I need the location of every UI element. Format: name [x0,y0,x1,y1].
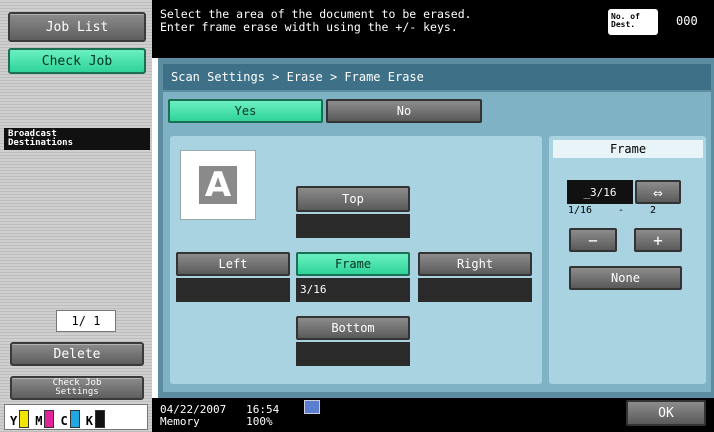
frame-width-display: _3/16 [567,180,633,204]
network-icon [304,400,320,414]
right-value-field [418,278,532,302]
increase-button[interactable]: + [634,228,682,252]
frame-width-value: _3/16 [583,185,617,199]
toner-y: Y [10,410,30,428]
toner-label: C [60,414,68,428]
swap-arrows-icon: ⇔ [653,182,663,202]
ok-label: OK [658,405,674,421]
dest-count-label: No. of Dest. [608,9,658,35]
toner-level-bar [19,410,30,428]
toner-c: C [60,410,80,428]
top-label: Top [342,192,364,206]
page-indicator: 1/ 1 [56,310,116,332]
decrease-button[interactable]: − [569,228,617,252]
memory-value: 100% [246,415,273,428]
toner-label: M [35,414,43,428]
bottom-value-field [296,342,410,366]
check-job-settings-label: Check Job Settings [52,378,102,397]
frame-label: Frame [334,257,372,271]
frame-value-field: 3/16 [296,278,410,302]
breadcrumb: Scan Settings > Erase > Frame Erase [163,64,711,90]
document-preview: A [180,150,256,220]
left-label: Left [218,257,248,271]
yes-label: Yes [234,104,257,118]
range-dash: - [618,205,625,216]
toner-k: K [86,410,105,428]
toner-label: Y [10,414,18,428]
range-min: 1/16 [568,205,593,216]
top-button[interactable]: Top [296,186,410,212]
instruction-message: Select the area of the document to be er… [160,7,472,34]
delete-button[interactable]: Delete [10,342,144,366]
ok-button[interactable]: OK [626,400,706,426]
right-button[interactable]: Right [418,252,532,276]
bottom-button[interactable]: Bottom [296,316,410,340]
check-job-button[interactable]: Check Job [8,48,146,74]
top-value-field [296,214,410,238]
job-list-button[interactable]: Job List [8,12,146,42]
right-label: Right [456,257,494,271]
delete-label: Delete [53,346,101,362]
none-label: None [611,271,640,285]
plus-icon: + [653,230,663,250]
document-letter-icon: A [199,166,237,204]
range-indicator: 1/16 - 2 [568,205,678,219]
range-max: 2 [649,205,656,216]
frame-width-title: Frame [553,140,703,158]
unit-toggle-button[interactable]: ⇔ [635,180,681,204]
memory-label: Memory [160,415,200,428]
bottom-label: Bottom [331,321,375,335]
frame-width-panel [549,136,706,384]
message-bar: Select the area of the document to be er… [152,0,714,58]
no-button[interactable]: No [326,99,482,123]
broadcast-destinations-header: Broadcast Destinations [4,128,150,150]
page-current: 1/ [71,314,86,328]
none-button[interactable]: None [569,266,682,290]
toner-label: K [85,414,93,428]
check-job-label: Check Job [41,53,113,69]
minus-icon: − [588,230,598,250]
toner-levels: YMCK [10,408,146,428]
toner-level-bar [94,410,105,428]
dest-count-value: 000 [676,14,698,28]
job-list-label: Job List [45,19,109,35]
left-button[interactable]: Left [176,252,290,276]
yes-button[interactable]: Yes [168,99,323,123]
frame-value: 3/16 [300,283,327,296]
check-job-settings-button[interactable]: Check Job Settings [10,376,144,400]
toner-level-bar [69,410,80,428]
page-total: 1 [93,314,101,328]
left-value-field [176,278,290,302]
toner-level-bar [44,410,55,428]
frame-button[interactable]: Frame [296,252,410,276]
date-time: 04/22/2007 16:54 Memory 100% [160,404,279,428]
toner-m: M [35,410,55,428]
no-label: No [396,104,412,118]
